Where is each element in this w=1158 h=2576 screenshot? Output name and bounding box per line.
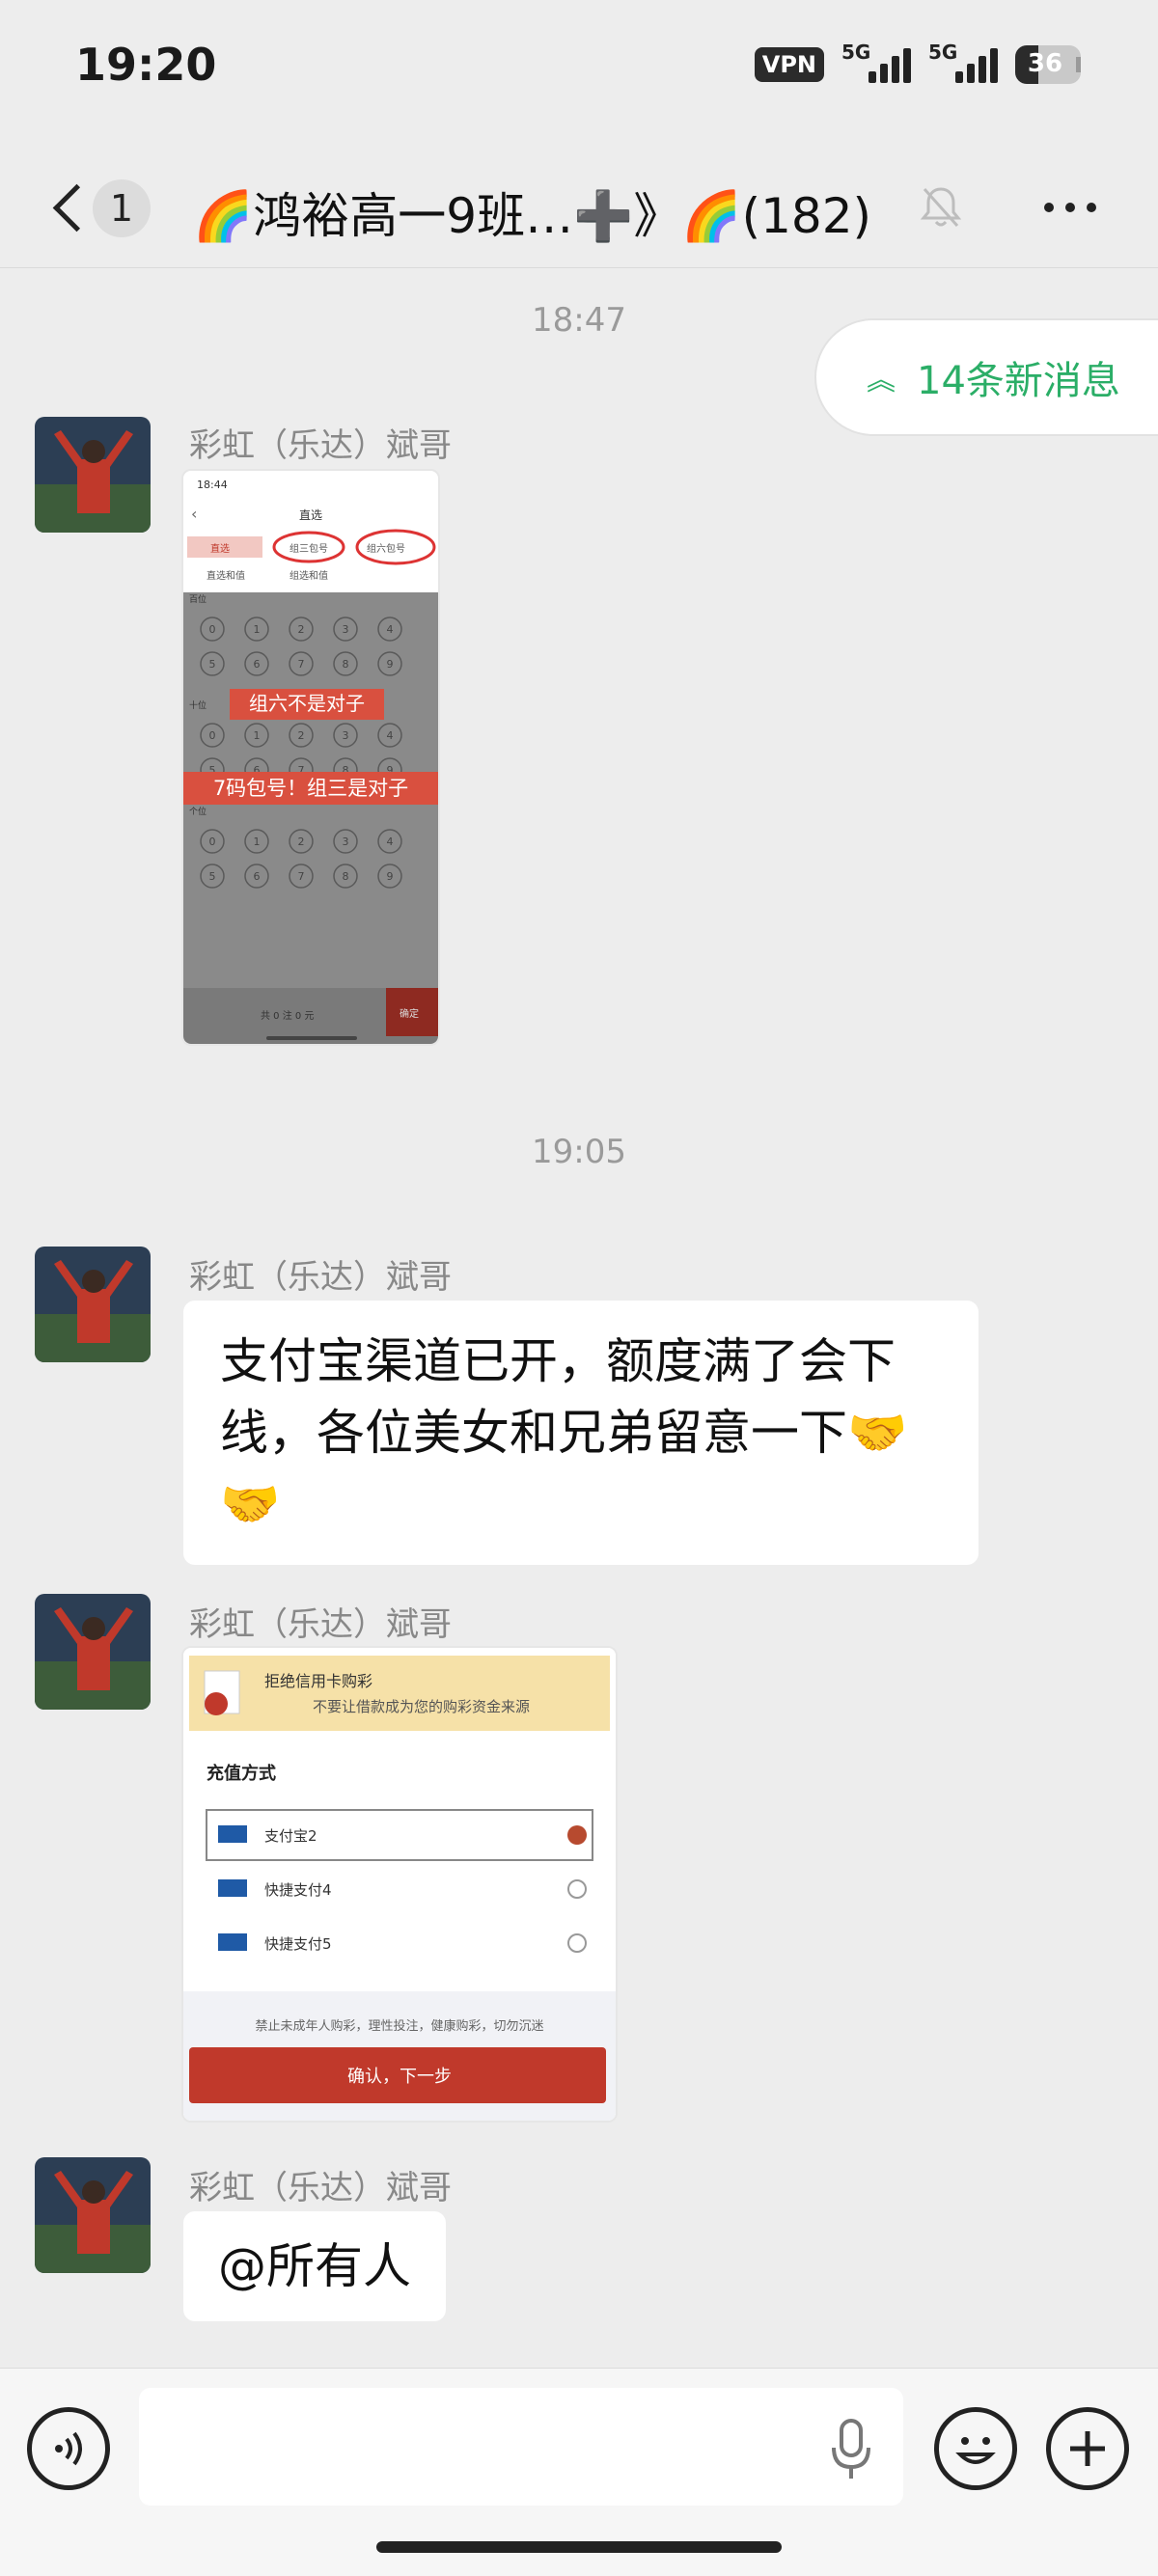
chat-title: 🌈鸿裕高一9班…➕》🌈(182) xyxy=(193,188,872,244)
row-label: 十位 xyxy=(189,699,207,711)
digit-label: 2 xyxy=(298,836,305,848)
digit-label: 5 xyxy=(209,870,216,883)
svg-text:直选: 直选 xyxy=(210,542,230,555)
digit-label: 8 xyxy=(343,658,349,671)
message-timestamp: 19:05 xyxy=(532,1133,626,1171)
digit-label: 3 xyxy=(343,836,349,848)
svg-text:拒绝信用卡购彩: 拒绝信用卡购彩 xyxy=(264,1672,372,1690)
digit-label: 6 xyxy=(254,870,261,883)
avatar[interactable] xyxy=(35,1594,151,1710)
image-nav-title: 直选 xyxy=(299,508,322,522)
back-icon[interactable] xyxy=(46,179,95,237)
sender-name: 彩虹（乐达）斌哥 xyxy=(189,2169,452,2207)
digit-label: 8 xyxy=(343,870,349,883)
svg-text:支付宝2: 支付宝2 xyxy=(264,1827,317,1845)
digit-label: 1 xyxy=(254,836,261,848)
digit-label: 6 xyxy=(254,658,261,671)
digit-label: 4 xyxy=(387,836,394,848)
payment-image-message[interactable]: 拒绝信用卡购彩 不要让借款成为您的购彩资金来源 充值方式 支付宝2 快捷支付4 … xyxy=(181,1646,618,2123)
svg-text:组六包号: 组六包号 xyxy=(367,542,405,555)
digit-label: 3 xyxy=(343,623,349,636)
voice-icon[interactable] xyxy=(27,2407,110,2490)
digit-label: 0 xyxy=(209,623,216,636)
digit-label: 5 xyxy=(209,658,216,671)
svg-text:组三包号: 组三包号 xyxy=(290,542,328,555)
new-messages-button[interactable]: ︽ 14条新消息 xyxy=(814,318,1158,436)
signal-icon: 5G xyxy=(928,41,998,87)
digit-label: 1 xyxy=(254,623,261,636)
digit-label: 0 xyxy=(209,836,216,848)
more-icon[interactable] xyxy=(1044,203,1096,212)
overlay-text: 组六不是对子 xyxy=(249,692,365,715)
digit-label: 3 xyxy=(343,729,349,742)
double-chevron-up-icon: ︽ xyxy=(867,364,896,397)
message-input[interactable] xyxy=(139,2388,903,2506)
digit-label: 9 xyxy=(387,870,394,883)
sender-name: 彩虹（乐达）斌哥 xyxy=(189,1258,452,1297)
image-time: 18:44 xyxy=(197,479,228,491)
svg-text:组选和值: 组选和值 xyxy=(290,569,328,582)
digit-label: 2 xyxy=(298,729,305,742)
status-time: 19:20 xyxy=(75,39,217,91)
digit-label: 4 xyxy=(387,623,394,636)
digit-label: 9 xyxy=(387,658,394,671)
status-bar: 19:20 VPN 5G 5G 36 xyxy=(0,0,1158,135)
screenshot-image-message[interactable]: 18:44 ‹ 直选 直选 组三包号 组六包号 直选和值 组选和值 百位 0 1 2 3… xyxy=(181,469,440,1046)
svg-text:共 0 注 0 元: 共 0 注 0 元 xyxy=(261,1009,314,1022)
row-label: 个位 xyxy=(189,806,207,817)
bell-off-icon xyxy=(920,187,962,228)
unread-count-badge[interactable]: 1 xyxy=(93,179,151,237)
battery-icon: 36 xyxy=(1015,45,1081,84)
emoji-icon[interactable] xyxy=(934,2407,1017,2490)
sender-name: 彩虹（乐达）斌哥 xyxy=(189,1605,452,1644)
overlay-text: 7码包号！组三是对子 xyxy=(213,777,408,800)
sender-name: 彩虹（乐达）斌哥 xyxy=(189,426,452,465)
new-messages-label: 14条新消息 xyxy=(917,359,1120,403)
svg-text:直选和值: 直选和值 xyxy=(207,569,245,582)
svg-text:快捷支付5: 快捷支付5 xyxy=(264,1935,332,1953)
avatar[interactable] xyxy=(35,1247,151,1362)
svg-text:不要让借款成为您的购彩资金来源: 不要让借款成为您的购彩资金来源 xyxy=(313,1698,530,1715)
mic-icon[interactable] xyxy=(824,2415,878,2482)
plus-icon[interactable] xyxy=(1046,2407,1129,2490)
avatar[interactable] xyxy=(35,2157,151,2273)
digit-label: 7 xyxy=(298,870,305,883)
digit-label: 7 xyxy=(298,658,305,671)
digit-label: 0 xyxy=(209,729,216,742)
status-icons: VPN 5G 5G 36 xyxy=(754,41,1081,89)
vpn-badge: VPN xyxy=(754,47,824,82)
signal-icon: 5G xyxy=(841,41,911,87)
svg-text:充值方式: 充值方式 xyxy=(207,1763,276,1784)
avatar[interactable] xyxy=(35,417,151,533)
confirm-next-label: 确认，下一步 xyxy=(347,2067,452,2087)
digit-label: 1 xyxy=(254,729,261,742)
row-label: 百位 xyxy=(189,593,207,605)
digit-label: 4 xyxy=(387,729,394,742)
svg-text:快捷支付4: 快捷支付4 xyxy=(264,1881,332,1899)
svg-text:禁止未成年人购彩，理性投注，健康购彩，切勿沉迷: 禁止未成年人购彩，理性投注，健康购彩，切勿沉迷 xyxy=(255,2018,543,2034)
svg-text:‹: ‹ xyxy=(191,505,197,523)
svg-text:确定: 确定 xyxy=(400,1007,419,1020)
home-indicator xyxy=(376,2541,782,2553)
message-bubble[interactable]: @所有人 xyxy=(183,2211,446,2321)
chat-header: 1 🌈鸿裕高一9班…➕》🌈(182) xyxy=(0,145,1158,268)
message-bubble[interactable]: 支付宝渠道已开，额度满了会下线，各位美女和兄弟留意一下🤝🤝 xyxy=(183,1301,979,1565)
digit-label: 2 xyxy=(298,623,305,636)
